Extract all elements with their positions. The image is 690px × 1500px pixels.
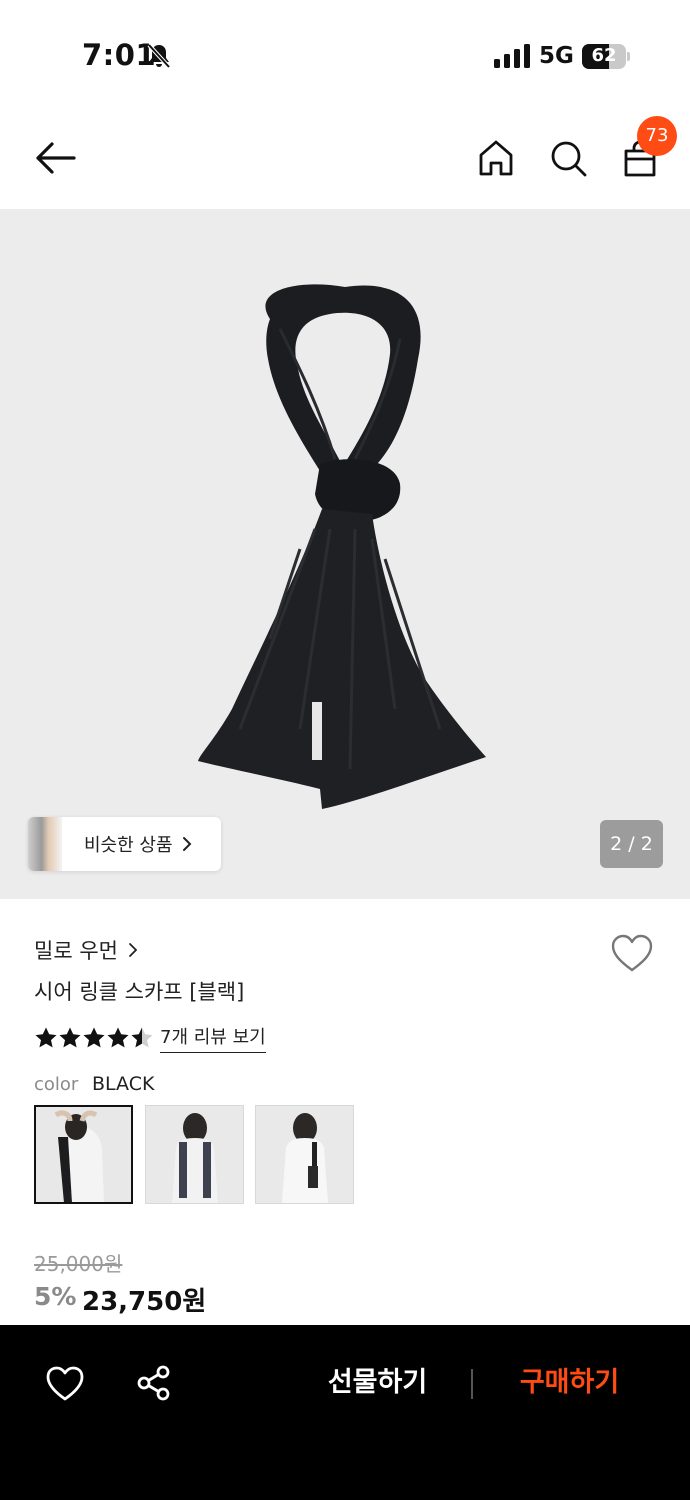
back-arrow-icon[interactable] <box>34 140 76 176</box>
cart-count-badge[interactable]: 73 <box>637 116 677 156</box>
similar-products-label: 비슷한 상품 <box>84 835 173 856</box>
heart-icon[interactable] <box>610 934 654 974</box>
star-rating-icon <box>35 1027 153 1048</box>
network-type: 5G <box>539 43 574 69</box>
bell-off-icon <box>147 43 171 69</box>
product-name: 시어 링클 스카프 [블랙] <box>34 980 245 1004</box>
sale-price: 23,750원 <box>82 1287 207 1317</box>
similar-products-button[interactable]: 비슷한 상품 <box>28 817 221 871</box>
divider <box>471 1369 473 1399</box>
chevron-right-icon <box>182 837 191 851</box>
home-icon[interactable] <box>476 138 516 178</box>
heart-icon[interactable] <box>45 1365 85 1403</box>
brand-name: 밀로 우먼 <box>34 939 118 963</box>
color-swatch-2[interactable] <box>145 1105 244 1204</box>
status-bar: 7:01 5G 62 <box>0 0 690 110</box>
bottom-action-bar: 선물하기 구매하기 <box>0 1325 690 1500</box>
signal-icon <box>494 44 530 68</box>
share-icon[interactable] <box>134 1363 174 1403</box>
top-nav <box>0 110 690 209</box>
original-price: 25,000원 <box>34 1252 123 1276</box>
color-swatch-3[interactable] <box>255 1105 354 1204</box>
color-option-value: BLACK <box>92 1073 155 1095</box>
discount-rate: 5% <box>34 1282 77 1311</box>
color-option-label: color <box>34 1074 79 1095</box>
brand-link[interactable]: 밀로 우먼 <box>34 935 138 965</box>
color-swatch-1[interactable] <box>34 1105 133 1204</box>
search-icon[interactable] <box>548 138 588 178</box>
image-page-indicator: 2 / 2 <box>600 820 663 868</box>
chevron-right-icon <box>129 943 138 957</box>
review-link[interactable]: 7개 리뷰 보기 <box>160 1023 266 1053</box>
similar-product-thumbnail <box>28 817 62 871</box>
rating-row: 7개 리뷰 보기 <box>34 1023 266 1053</box>
product-image-scarf <box>198 284 486 809</box>
product-image-gallery[interactable]: 비슷한 상품 2 / 2 <box>0 209 690 899</box>
battery-icon: 62 <box>582 44 630 69</box>
battery-level: 62 <box>591 45 617 66</box>
gift-button[interactable]: 선물하기 <box>300 1361 455 1405</box>
buy-button[interactable]: 구매하기 <box>492 1361 647 1405</box>
